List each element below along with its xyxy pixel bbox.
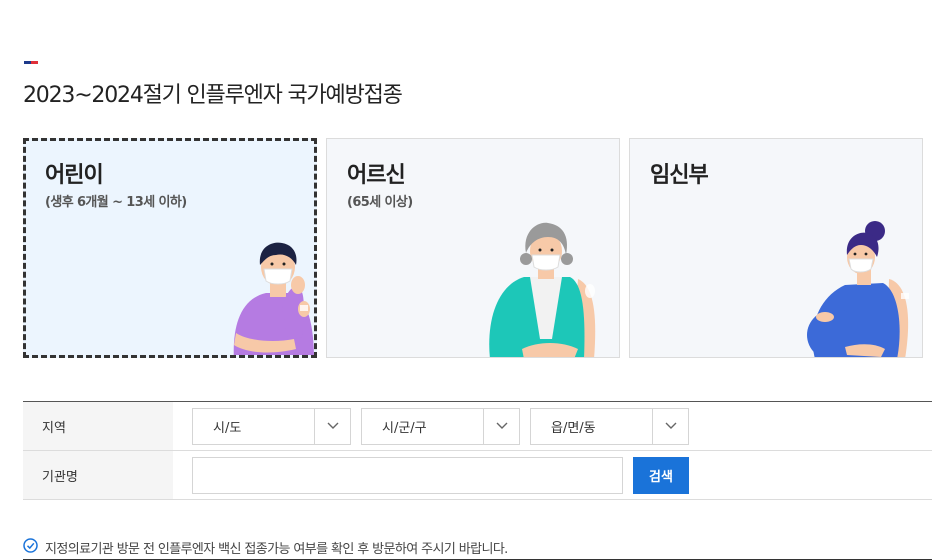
select-value: 시/군/구 xyxy=(382,420,427,436)
chevron-down-icon xyxy=(314,408,350,444)
chevron-down-icon xyxy=(483,408,519,444)
search-form: 지역 시/도 시/군/구 읍/면/동 기관명 검색 xyxy=(23,401,932,500)
notice: 지정의료기관 방문 전 인플루엔자 백신 접종가능 여부를 확인 후 방문하여 … xyxy=(23,538,508,557)
child-illustration xyxy=(233,242,314,355)
institution-input[interactable] xyxy=(192,456,623,494)
pregnant-illustration xyxy=(807,221,909,357)
notice-text: 지정의료기관 방문 전 인플루엔자 백신 접종가능 여부를 확인 후 방문하여 … xyxy=(45,542,508,557)
card-pregnant[interactable]: 임신부 xyxy=(629,138,923,358)
region-row: 지역 시/도 시/군/구 읍/면/동 xyxy=(23,402,932,451)
page-title: 2023~2024절기 인플루엔자 국가예방접종 xyxy=(23,83,403,108)
chevron-down-icon xyxy=(652,408,688,444)
check-circle-icon xyxy=(23,538,38,557)
card-subtitle: (65세 이상) xyxy=(347,195,413,210)
senior-illustration xyxy=(489,222,596,357)
card-title: 어린이 xyxy=(45,163,104,188)
search-button[interactable]: 검색 xyxy=(633,456,689,494)
eupmyeondong-select[interactable]: 읍/면/동 xyxy=(530,407,689,445)
card-child[interactable]: 어린이 (생후 6개월 ~ 13세 이하) xyxy=(23,138,317,358)
region-label: 지역 xyxy=(23,402,173,450)
card-subtitle: (생후 6개월 ~ 13세 이하) xyxy=(45,195,187,210)
card-title: 어르신 xyxy=(347,163,406,188)
select-value: 시/도 xyxy=(213,420,242,436)
select-value: 읍/면/동 xyxy=(551,420,596,436)
card-senior[interactable]: 어르신 (65세 이상) xyxy=(326,138,620,358)
institution-row: 기관명 검색 xyxy=(23,451,932,500)
card-title: 임신부 xyxy=(650,163,709,188)
sido-select[interactable]: 시/도 xyxy=(192,407,351,445)
title-decoration xyxy=(24,61,38,64)
institution-label: 기관명 xyxy=(23,451,173,499)
sigungu-select[interactable]: 시/군/구 xyxy=(361,407,520,445)
